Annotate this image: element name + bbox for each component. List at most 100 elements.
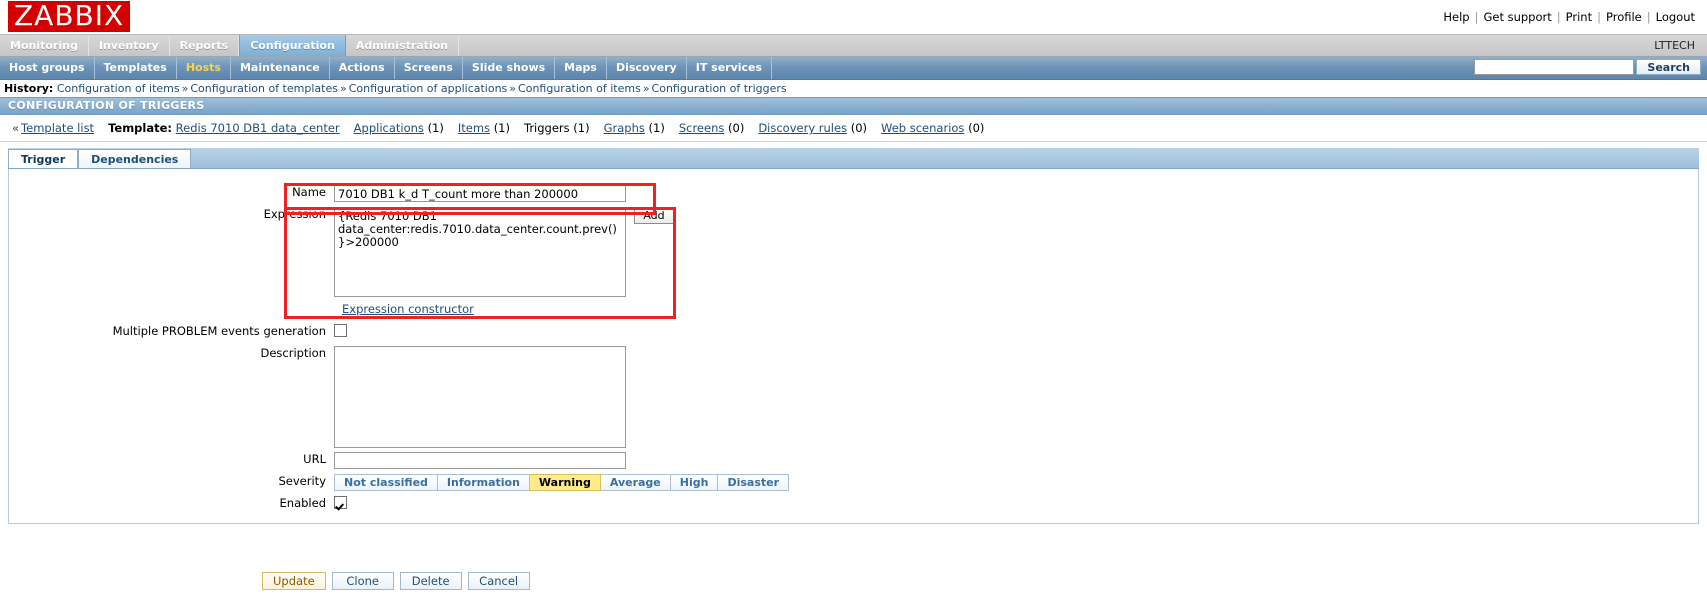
menu-item-monitoring[interactable]: Monitoring [0,35,89,56]
tplnav-count-triggers: (1) [573,121,590,135]
severity-option-average[interactable]: Average [599,474,671,491]
submenu-item-discovery[interactable]: Discovery [607,57,687,79]
tplnav-count-graphs: (1) [648,121,665,135]
menu-item-reports[interactable]: Reports [170,35,240,56]
submenu-item-hosts[interactable]: Hosts [177,57,231,79]
template-name-link[interactable]: Redis 7010 DB1 data_center [176,121,354,135]
submenu-item-host-groups[interactable]: Host groups [0,57,95,79]
submenu-item-slide-shows[interactable]: Slide shows [463,57,556,79]
clone-button[interactable]: Clone [331,572,394,590]
form-row-expression: Expression {Redis 7010 DB1 data_center:re… [9,207,674,300]
top-bar: ZABBIX Help | Get support | Print | Profile | Lo… [0,0,1707,34]
update-button[interactable]: Update [262,572,326,590]
menu-item-administration[interactable]: Administration [346,35,460,56]
tplnav-link-applications[interactable]: Applications [354,121,424,135]
history-label: History: [4,82,54,95]
form-row-severity: Severity Not classified Information Warning… [9,474,790,491]
top-link-get-support[interactable]: Get support [1481,10,1553,24]
page-title-bar: CONFIGURATION OF TRIGGERS [0,97,1707,115]
trigger-form: Name Expression {Redis 7010 DB1 data_cent… [8,169,1699,524]
cancel-button[interactable]: Cancel [467,572,530,590]
form-row-url: URL [9,452,626,469]
history-separator: » [642,82,650,95]
form-row-enabled: Enabled [9,496,347,510]
description-textarea[interactable] [334,346,626,448]
menu-item-inventory[interactable]: Inventory [89,35,170,56]
tplnav-link-graphs[interactable]: Graphs [604,121,645,135]
history-breadcrumb: History: Configuration of items» Configur… [0,80,1707,97]
submenu-item-templates[interactable]: Templates [95,57,177,79]
tplnav-link-screens[interactable]: Screens [679,121,725,135]
severity-option-warning[interactable]: Warning [528,474,601,491]
name-input[interactable] [334,185,626,202]
submenu-item-actions[interactable]: Actions [330,57,395,79]
severity-option-high[interactable]: High [669,474,719,491]
form-row-multiple-events: Multiple PROBLEM events generation [9,324,347,338]
description-label: Description [260,346,327,360]
expression-add-button[interactable]: Add [634,207,674,224]
trigger-form-area: TriggerDependencies Name Expression {Redi… [0,148,1707,524]
top-link-separator: | [1646,10,1651,24]
top-link-help[interactable]: Help [1441,10,1471,24]
tab-dependencies[interactable]: Dependencies [78,149,192,168]
tplnav-link-web-scenarios[interactable]: Web scenarios [881,121,964,135]
tplnav-link-items[interactable]: Items [458,121,490,135]
submenu-item-it-services[interactable]: IT services [687,57,773,79]
tplnav-link-triggers: Triggers [523,121,570,135]
template-list-link[interactable]: Template list [21,121,108,135]
form-row-description: Description [9,346,626,451]
enabled-label: Enabled [279,496,326,510]
top-link-logout[interactable]: Logout [1654,10,1697,24]
severity-option-not-classified[interactable]: Not classified [334,474,438,491]
name-label: Name [292,185,326,199]
history-item-1[interactable]: Configuration of items [57,82,180,95]
template-nav: «Template list Template: Redis 7010 DB1 d… [0,115,1707,142]
expression-constructor-link[interactable]: Expression constructor [342,302,474,316]
url-input[interactable] [334,452,626,469]
history-item-3[interactable]: Configuration of applications [349,82,508,95]
severity-label: Severity [278,474,327,488]
top-link-separator: | [1597,10,1601,24]
multiple-events-label: Multiple PROBLEM events generation [112,324,326,338]
delete-button[interactable]: Delete [399,572,462,590]
back-chevron-icon: « [12,121,20,135]
severity-option-information[interactable]: Information [436,474,530,491]
history-separator: » [509,82,517,95]
expression-textarea[interactable]: {Redis 7010 DB1 data_center:redis.7010.d… [334,207,626,297]
multiple-events-checkbox[interactable] [334,324,347,337]
main-menu: Monitoring Inventory Reports Configuration A… [0,34,1707,57]
zabbix-logo: ZABBIX [8,1,131,32]
tab-trigger[interactable]: Trigger [8,149,79,168]
form-footer: Update Clone Delete Cancel [0,572,1707,590]
submenu-item-maps[interactable]: Maps [555,57,607,79]
history-separator: » [181,82,189,95]
search-input[interactable] [1474,59,1635,75]
tplnav-link-discovery-rules[interactable]: Discovery rules [758,121,847,135]
menu-item-configuration[interactable]: Configuration [239,35,346,56]
search-button[interactable]: Search [1636,59,1701,75]
enabled-checkbox[interactable] [334,496,347,509]
tplnav-count-discovery-rules: (0) [850,121,868,135]
sub-menu: Host groups Templates Hosts Maintenance Acti… [0,57,1707,80]
tplnav-count-items: (1) [493,121,510,135]
severity-button-group: Not classified Information Warning Average H… [334,474,790,491]
history-item-2[interactable]: Configuration of templates [190,82,338,95]
top-link-profile[interactable]: Profile [1604,10,1644,24]
submenu-item-screens[interactable]: Screens [395,57,463,79]
tplnav-count-screens: (0) [728,121,745,135]
submenu-item-maintenance[interactable]: Maintenance [231,57,330,79]
history-separator: » [339,82,347,95]
expression-label: Expression [263,207,326,221]
top-link-separator: | [1474,10,1479,24]
account-name: LTTECH [1654,39,1695,52]
top-link-print[interactable]: Print [1564,10,1594,24]
severity-option-disaster[interactable]: Disaster [717,474,790,491]
form-row-name: Name [9,185,626,202]
history-item-4[interactable]: Configuration of items [518,82,641,95]
template-label: Template: [108,121,173,135]
top-links: Help | Get support | Print | Profile | Logout [1441,10,1697,24]
form-tab-bar: Trigger Dependencies [8,148,1699,169]
top-link-separator: | [1556,10,1561,24]
url-label: URL [303,452,326,466]
history-item-5[interactable]: Configuration of triggers [652,82,787,95]
